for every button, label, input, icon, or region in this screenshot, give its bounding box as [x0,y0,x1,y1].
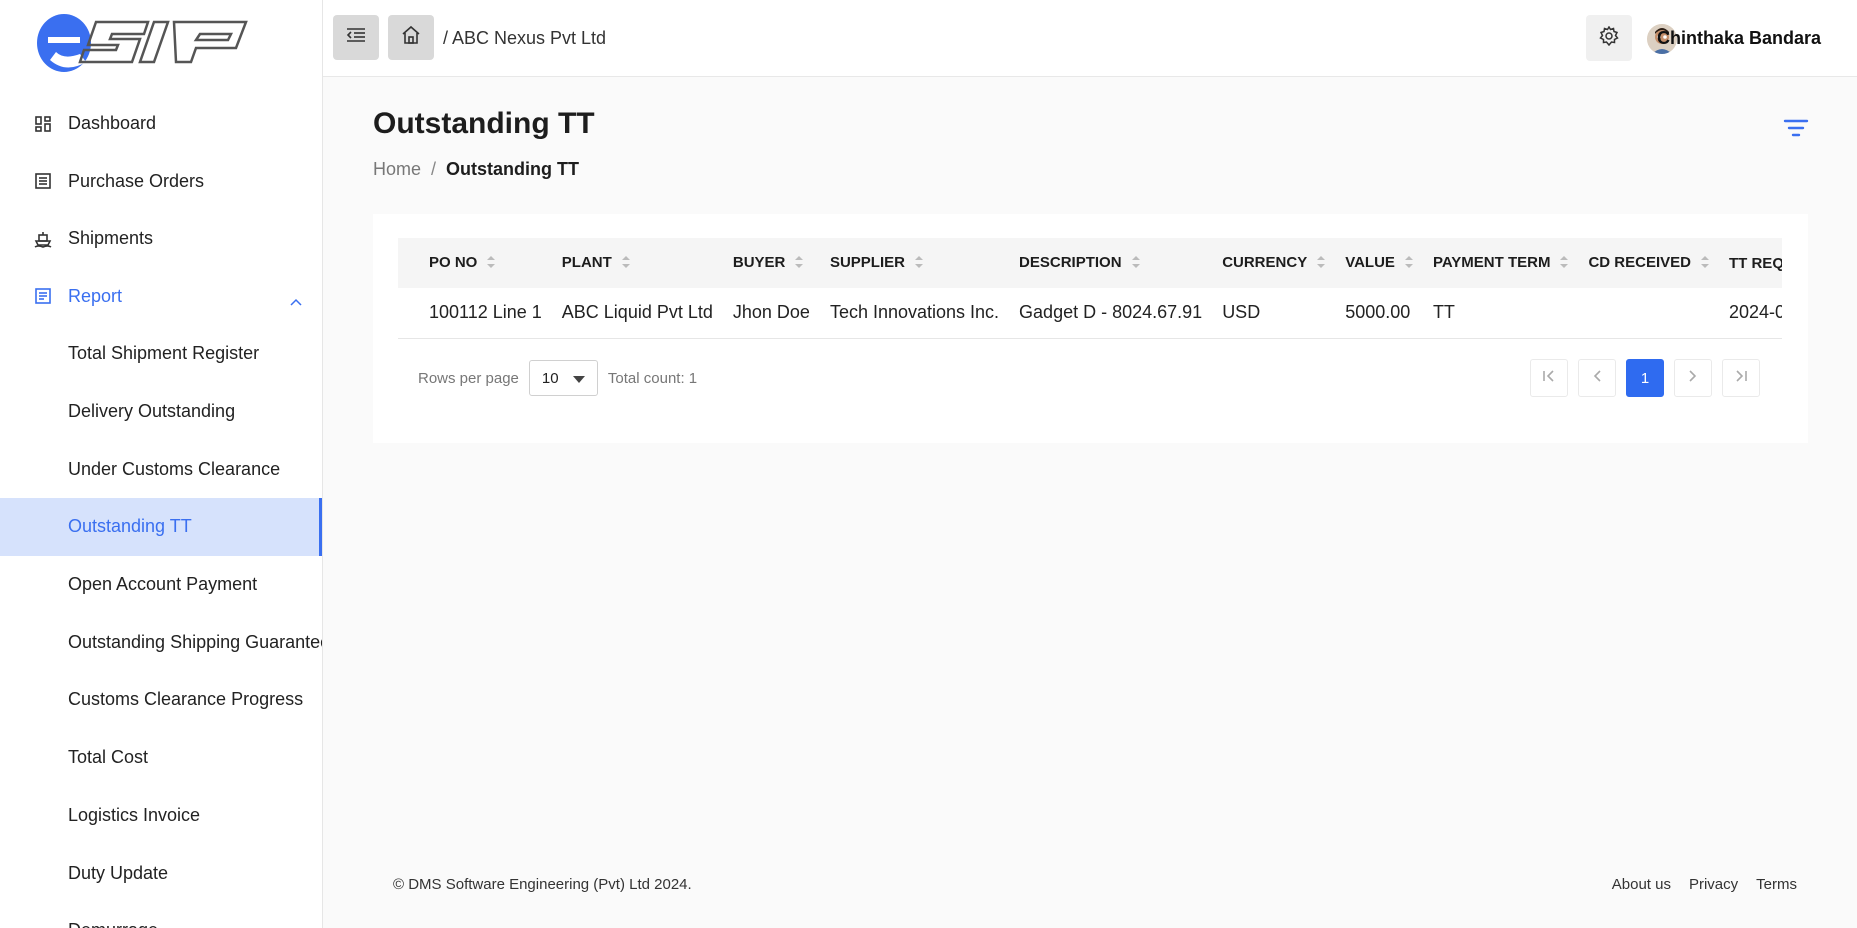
table-row[interactable]: 100112 Line 1 ABC Liquid Pvt Ltd Jhon Do… [398,288,1782,338]
indent-icon [346,27,366,48]
footer-copyright: © DMS Software Engineering (Pvt) Ltd 202… [393,876,692,893]
sidebar-item-outstanding-shipping-guarantee[interactable]: Outstanding Shipping Guarantee [0,613,322,671]
sidebar-item-total-cost[interactable]: Total Cost [0,729,322,787]
sidebar-item-label: Shipments [68,228,154,249]
column-header-payment-term[interactable]: PAYMENT TERM [1423,238,1579,288]
results-table-wrapper[interactable]: PO NO PLANT BUYER SUPPLIER DESCRIPTION C… [398,238,1782,339]
footer-link-about[interactable]: About us [1612,876,1671,893]
column-header-buyer[interactable]: BUYER [723,238,820,288]
last-page-button[interactable] [1722,359,1760,397]
dashboard-icon [34,115,52,133]
cell-payment-term: TT [1432,302,1455,323]
sort-icon [1700,255,1709,272]
column-header-value[interactable]: VALUE [1335,238,1423,288]
chevron-left-icon [1592,369,1602,388]
ship-icon [34,230,52,248]
sidebar-item-delivery-outstanding[interactable]: Delivery Outstanding [0,383,322,441]
sidebar-item-customs-clearance-progress[interactable]: Customs Clearance Progress [0,671,322,729]
sidebar-item-duty-update[interactable]: Duty Update [0,844,322,902]
rows-per-page-label: Rows per page [418,369,519,387]
sidebar-item-shipments[interactable]: Shipments [0,210,322,268]
cell-buyer: Jhon Doe [732,302,810,323]
column-header-cd-received[interactable]: CD RECEIVED [1578,238,1719,288]
sidebar-item-report[interactable]: Report [0,268,322,326]
sidebar-item-under-customs-clearance[interactable]: Under Customs Clearance [0,440,322,498]
sidebar-item-label: Report [68,285,123,306]
breadcrumb: Home / Outstanding TT [373,159,579,180]
top-header: / ABC Nexus Pvt Ltd Chinthaka Bandara [323,0,1857,77]
sidebar-nav: Dashboard Purchase Orders Shipments Repo… [0,95,322,928]
breadcrumb-current: Outstanding TT [446,159,580,179]
rows-per-page-select[interactable]: 10 [528,360,598,396]
first-page-button[interactable] [1530,359,1568,397]
footer-link-privacy[interactable]: Privacy [1689,876,1738,893]
previous-page-button[interactable] [1578,359,1616,397]
sidebar-item-purchase-orders[interactable]: Purchase Orders [0,153,322,211]
company-breadcrumb: / ABC Nexus Pvt Ltd [443,28,607,48]
cell-currency: USD [1222,302,1261,323]
column-header-tt-req[interactable]: TT REQ [1719,238,1782,288]
sidebar-item-open-account-payment[interactable]: Open Account Payment [0,556,322,614]
last-page-icon [1734,369,1748,388]
results-card: PO NO PLANT BUYER SUPPLIER DESCRIPTION C… [373,214,1808,443]
table-header-row: PO NO PLANT BUYER SUPPLIER DESCRIPTION C… [398,238,1782,288]
cell-tt-req: 2024-0 [1728,302,1782,323]
column-header-currency[interactable]: CURRENCY [1212,238,1335,288]
sort-icon [1317,255,1326,272]
column-header-po-no[interactable]: PO NO [398,238,552,288]
footer-links: About us Privacy Terms [1612,876,1797,893]
cell-po-no: 100112 Line 1 [429,302,542,323]
chevron-right-icon [1688,369,1698,388]
cell-description: Gadget D - 8024.67.91 [1019,302,1203,323]
results-table: PO NO PLANT BUYER SUPPLIER DESCRIPTION C… [398,238,1782,339]
cell-value: 5000.00 [1345,302,1411,323]
pagination-controls: 1 [1530,359,1760,397]
sidebar-item-label: Purchase Orders [68,170,205,191]
page-button-current[interactable]: 1 [1626,359,1664,397]
sort-icon [1131,255,1140,272]
total-count: Total count: 1 [607,369,698,387]
sort-icon [487,255,496,272]
sort-icon [914,255,923,272]
list-icon [34,172,52,190]
cell-plant: ABC Liquid Pvt Ltd [561,302,713,323]
breadcrumb-home[interactable]: Home [373,159,421,180]
gear-icon [1599,25,1619,51]
settings-button[interactable] [1586,15,1632,61]
pagination-info: Rows per page 10 Total count: 1 [418,360,697,396]
rows-per-page-value: 10 [541,369,559,387]
caret-down-icon [572,370,585,387]
sidebar-item-dashboard[interactable]: Dashboard [0,95,322,153]
cell-cd-received [1578,288,1719,338]
sidebar-item-logistics-invoice[interactable]: Logistics Invoice [0,787,322,845]
sidebar-item-demurrage[interactable]: Demurrage [0,902,322,928]
sort-icon [1404,255,1413,272]
sort-icon [1560,255,1569,272]
sidebar-item-outstanding-tt[interactable]: Outstanding TT [0,498,322,556]
user-name[interactable]: Chinthaka Bandara [1657,28,1821,49]
next-page-button[interactable] [1674,359,1712,397]
sidebar: Dashboard Purchase Orders Shipments Repo… [0,0,323,928]
breadcrumb-separator: / [431,159,437,179]
home-button[interactable] [388,15,434,60]
cell-supplier: Tech Innovations Inc. [829,302,1000,323]
sort-icon [795,255,804,272]
chevron-up-icon [290,290,302,311]
filter-icon[interactable] [1783,118,1809,143]
first-page-icon [1542,369,1556,388]
esip-logo[interactable] [36,12,256,74]
report-icon [34,287,52,305]
column-header-description[interactable]: DESCRIPTION [1009,238,1212,288]
page-title: Outstanding TT [373,107,595,140]
sort-icon [621,255,630,272]
sidebar-item-label: Dashboard [68,113,157,134]
column-header-plant[interactable]: PLANT [552,238,723,288]
home-icon [401,25,421,50]
footer-link-terms[interactable]: Terms [1756,876,1797,893]
column-header-supplier[interactable]: SUPPLIER [820,238,1009,288]
sidebar-item-total-shipment-register[interactable]: Total Shipment Register [0,325,322,383]
collapse-sidebar-button[interactable] [333,15,379,60]
